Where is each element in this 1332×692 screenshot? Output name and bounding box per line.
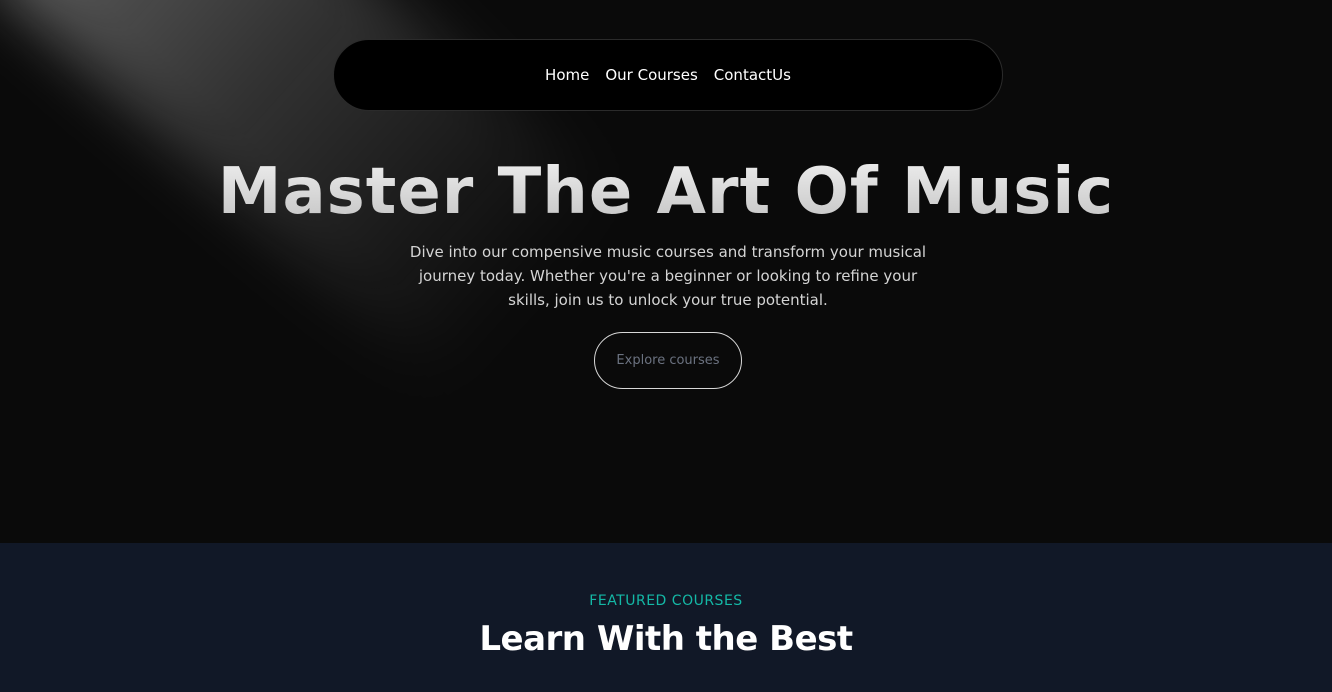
explore-courses-button[interactable]: Explore courses: [594, 332, 742, 389]
featured-eyebrow: FEATURED COURSES: [589, 593, 743, 609]
featured-title: Learn With the Best: [479, 619, 853, 659]
nav-link-our-courses[interactable]: Our Courses: [605, 66, 697, 84]
hero-section: Home Our Courses ContactUs Master The Ar…: [0, 0, 1332, 543]
hero-description: Dive into our compensive music courses a…: [409, 243, 927, 309]
nav-link-home[interactable]: Home: [545, 66, 589, 84]
navbar: Home Our Courses ContactUs: [333, 39, 1003, 111]
featured-courses-section: FEATURED COURSES Learn With the Best: [0, 543, 1332, 692]
hero-title: Master The Art Of Music: [0, 148, 1332, 236]
nav-link-contact-us[interactable]: ContactUs: [714, 66, 791, 84]
